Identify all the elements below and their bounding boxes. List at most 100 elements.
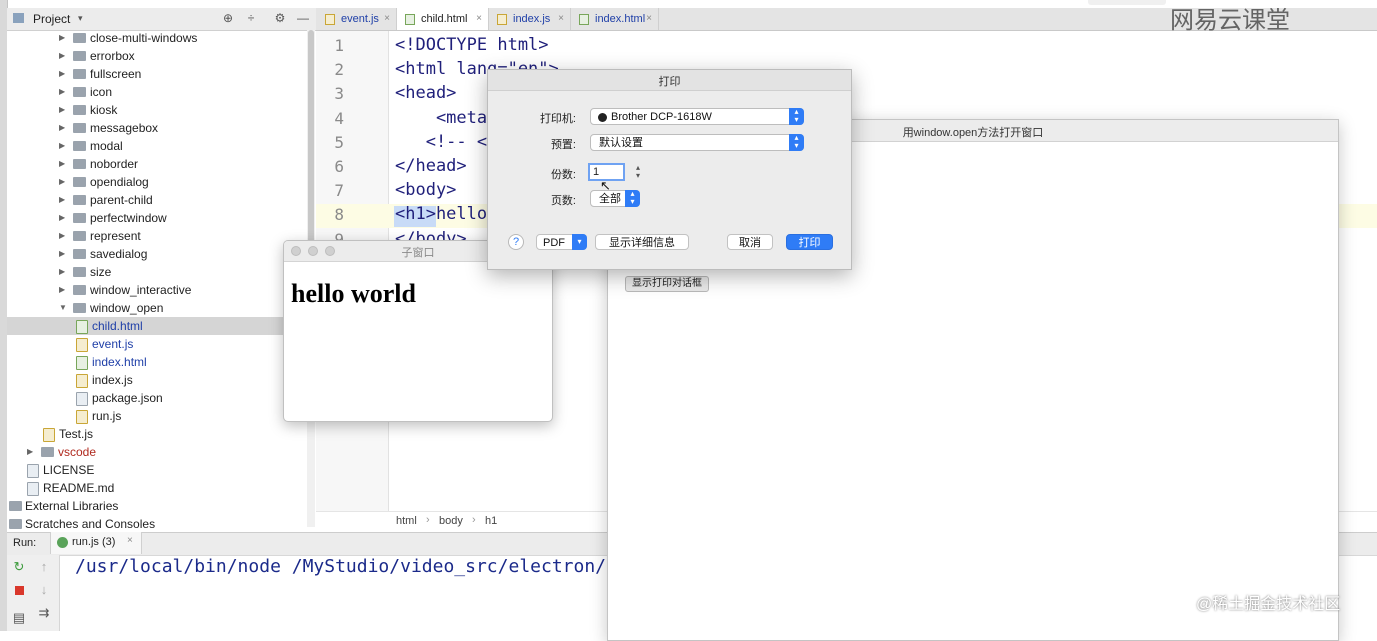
minimize-icon[interactable]: — [296,11,310,25]
tree-file[interactable]: External Libraries [9,497,306,515]
arrow-up-icon[interactable]: ↑ [36,559,52,575]
tree-folder[interactable]: ▶ represent [59,227,306,245]
pages-select[interactable]: 全部 ▴ ▾ [590,190,640,207]
line-number: 2 [334,60,344,80]
close-icon[interactable]: × [476,8,482,30]
tree-file[interactable]: event.js [76,335,306,353]
target-icon[interactable]: ⊕ [221,11,235,25]
tree-item-label: Test.js [59,427,94,441]
js-file-icon [76,410,88,424]
chevron-right-icon[interactable]: ▶ [59,281,69,299]
chevron-right-icon[interactable]: ▶ [59,209,69,227]
line-number: 4 [334,108,344,128]
chevron-right-icon[interactable]: ▶ [27,443,37,461]
tree-folder[interactable]: ▶ perfectwindow [59,209,306,227]
collapse-icon[interactable]: ÷ [244,11,258,25]
chevron-right-icon[interactable]: ▶ [59,245,69,263]
chevron-down-icon[interactable]: ▼ [59,299,69,317]
copies-stepper-icon[interactable]: ▴ ▾ [633,164,643,181]
code-line[interactable]: <head> [395,83,456,103]
chevron-right-icon[interactable]: ▶ [59,101,69,119]
select-stepper-icon: ▴ ▾ [789,134,804,151]
chevron-right-icon[interactable]: ▶ [59,227,69,245]
gear-icon[interactable]: ⚙ [273,11,287,25]
tree-item-label: vscode [58,445,97,459]
tree-folder[interactable]: ▶ close-multi-windows [59,29,306,47]
chevron-right-icon[interactable]: ▶ [59,155,69,173]
tree-folder[interactable]: ▼ window_open [59,299,306,317]
tree-folder[interactable]: ▶ noborder [59,155,306,173]
close-icon[interactable]: × [558,8,564,30]
tree-folder[interactable]: ▶ parent-child [59,191,306,209]
chevron-right-icon[interactable]: ▶ [59,47,69,65]
project-title[interactable]: Project [33,12,70,26]
print-button[interactable]: 打印 [786,234,833,250]
code-line[interactable]: <h1>hello [395,204,487,224]
html-file-icon [405,14,415,25]
chevron-right-icon[interactable]: ▶ [59,263,69,281]
tree-folder[interactable]: ▶ fullscreen [59,65,306,83]
layout-icon[interactable]: ▤ [11,610,27,626]
chevron-right-icon[interactable]: ▶ [59,83,69,101]
breadcrumb-item[interactable]: h1 [485,515,497,527]
close-icon[interactable]: × [646,8,652,30]
printer-label: 打印机: [539,113,576,125]
tree-file[interactable]: Scratches and Consoles [9,515,306,533]
show-details-button[interactable]: 显示详细信息 [595,234,689,250]
tree-file[interactable]: run.js [76,407,306,425]
editor-tab[interactable]: event.js × [317,8,397,30]
code-line[interactable]: <!-- < [395,132,487,152]
show-print-dialog-button[interactable]: 显示打印对话框 [625,276,709,292]
chevron-right-icon[interactable]: ▶ [59,65,69,83]
tree-folder[interactable]: ▶ size [59,263,306,281]
editor-tab[interactable]: index.js × [489,8,571,30]
chevron-right-icon[interactable]: ▶ [59,119,69,137]
tree-file[interactable]: README.md [27,479,306,497]
printer-select[interactable]: Brother DCP-1618W ▴ ▾ [590,108,804,125]
soft-wrap-icon[interactable]: ⇉ [36,605,52,621]
tree-folder[interactable]: ▶ errorbox [59,47,306,65]
close-icon[interactable]: × [384,8,390,30]
tree-file[interactable]: LICENSE [27,461,306,479]
tree-folder[interactable]: ▶ messagebox [59,119,306,137]
folder-icon [73,69,86,79]
stop-icon[interactable] [11,583,27,599]
chevron-right-icon[interactable]: ▶ [59,137,69,155]
chevron-right-icon[interactable]: ▶ [59,29,69,47]
chevron-right-icon: › [472,514,476,526]
close-icon[interactable]: × [127,535,133,546]
breadcrumb-item[interactable]: html [396,515,417,527]
code-line[interactable]: <meta [395,108,487,128]
chevron-down-icon[interactable]: ▾ [78,13,83,24]
chevron-right-icon[interactable]: ▶ [59,173,69,191]
tree-item-label: perfectwindow [90,211,167,225]
tree-folder[interactable]: ▶ modal [59,137,306,155]
code-line[interactable]: <body> [395,180,456,200]
tree-folder[interactable]: ▶ kiosk [59,101,306,119]
print-dialog-titlebar[interactable]: 打印 [488,70,851,91]
pdf-menu-button[interactable]: PDF ▾ [536,234,587,250]
cancel-button[interactable]: 取消 [727,234,773,250]
chevron-right-icon[interactable]: ▶ [59,191,69,209]
tree-file[interactable]: package.json [76,389,306,407]
rerun-icon[interactable]: ↻ [11,559,27,575]
tree-folder[interactable]: ▶ window_interactive [59,281,306,299]
code-line[interactable]: <!DOCTYPE html> [395,35,549,55]
editor-tab[interactable]: index.html × [571,8,659,30]
file-icon [27,482,39,496]
arrow-down-icon[interactable]: ↓ [36,582,52,598]
tree-folder[interactable]: ▶ savedialog [59,245,306,263]
tree-item-label: fullscreen [90,67,142,81]
breadcrumb-item[interactable]: body [439,515,463,527]
tree-file[interactable]: index.html [76,353,306,371]
tree-file[interactable]: index.js [76,371,306,389]
editor-tab[interactable]: child.html × [397,8,489,30]
run-tab[interactable]: run.js (3) × [50,532,142,554]
tree-file[interactable]: Test.js [43,425,306,443]
tree-folder[interactable]: ▶ vscode [27,443,306,461]
tree-folder[interactable]: ▶ icon [59,83,306,101]
help-button[interactable]: ? [508,234,524,250]
code-line[interactable]: </head> [395,156,467,176]
tree-folder[interactable]: ▶ opendialog [59,173,306,191]
preset-select[interactable]: 默认设置 ▴ ▾ [590,134,804,151]
